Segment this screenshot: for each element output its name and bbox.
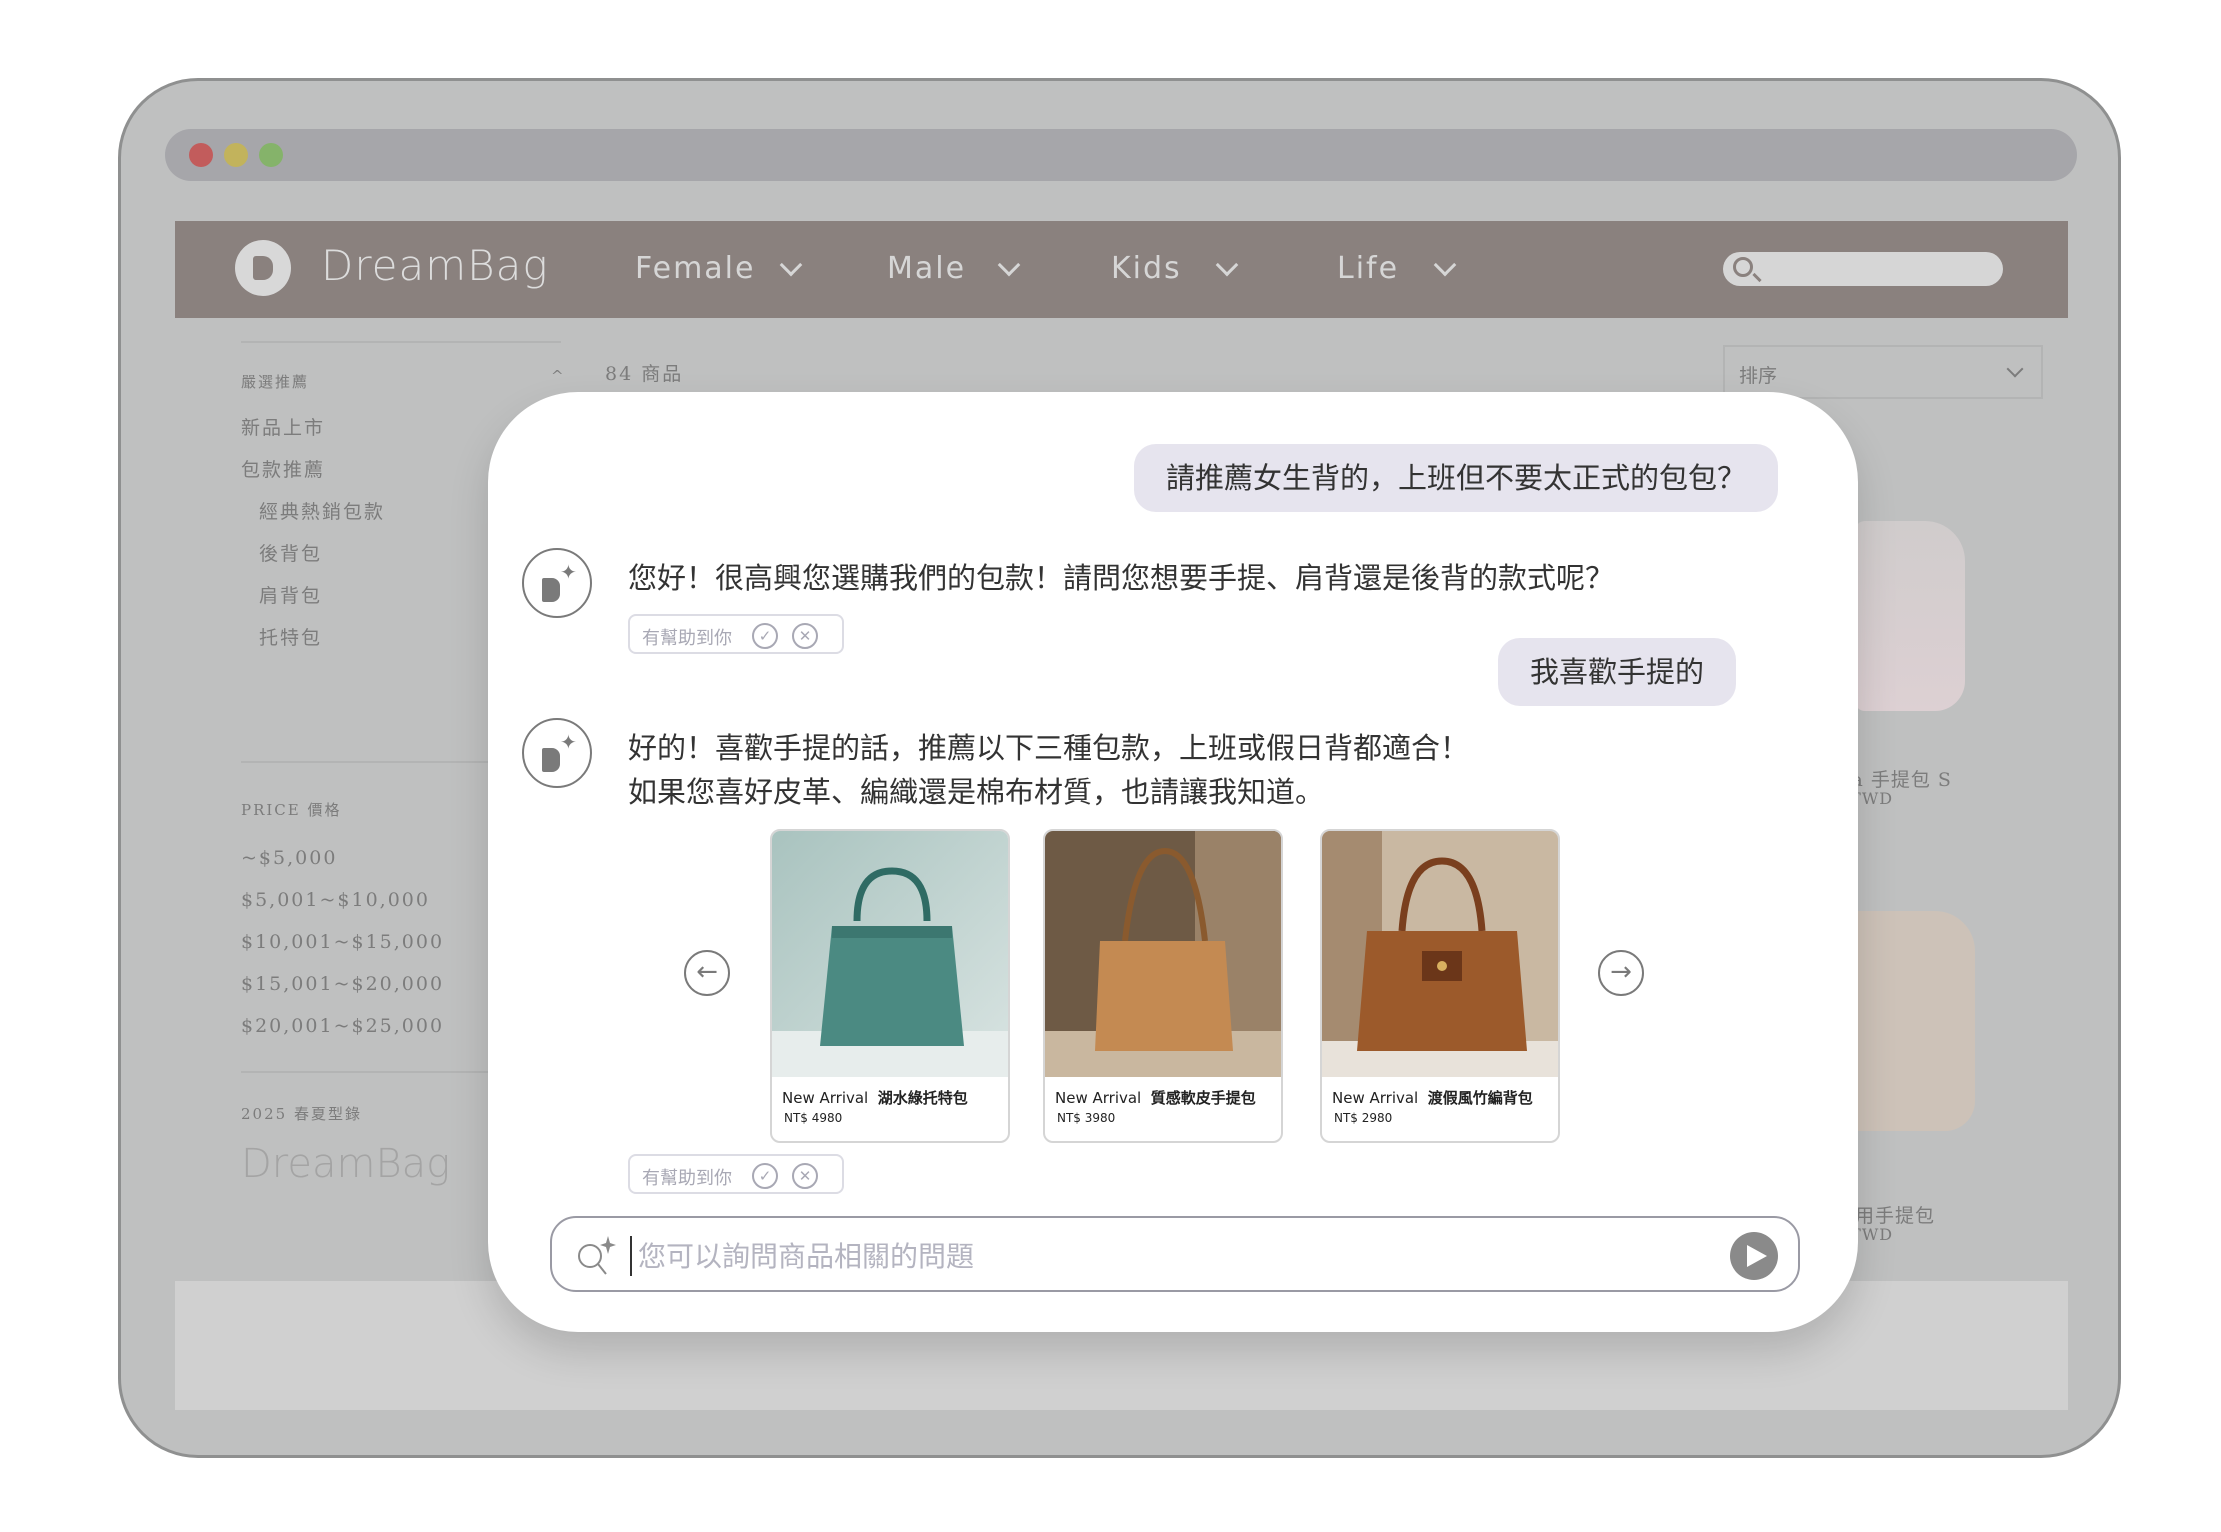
collection-title: 2025 春夏型錄 <box>241 1105 362 1123</box>
chevron-down-icon[interactable] <box>1433 253 1457 277</box>
minimize-window-dot[interactable] <box>224 143 248 167</box>
price-filter[interactable]: $15,001~$20,000 <box>241 973 444 995</box>
sidebar-item-bags[interactable]: 包款推薦 <box>241 455 325 482</box>
chat-input[interactable] <box>638 1232 1698 1280</box>
sidebar-item-new[interactable]: 新品上市 <box>241 413 325 440</box>
product-name: New Arrival 渡假風竹編背包 <box>1332 1089 1533 1107</box>
user-message: 請推薦女生背的，上班但不要太正式的包包？ <box>1134 444 1779 512</box>
chevron-down-icon[interactable] <box>779 253 803 277</box>
product-image <box>1045 831 1281 1077</box>
product-image <box>1322 831 1558 1077</box>
chat-assistant-panel: 請推薦女生背的，上班但不要太正式的包包？ ✦ 您好！很高興您選購我們的包款！請問… <box>488 392 1858 1332</box>
bot-message-line1: 好的！喜歡手提的話，推薦以下三種包款，上班或假日背都適合！ <box>628 731 1470 765</box>
product-count: 84 商品 <box>605 363 684 385</box>
maximize-window-dot[interactable] <box>259 143 283 167</box>
price-filter[interactable]: $20,001~$25,000 <box>241 1015 444 1037</box>
user-message: 我喜歡手提的 <box>1498 638 1737 706</box>
sidebar-subitem[interactable]: 後背包 <box>259 539 322 566</box>
bot-message-line2: 如果您喜好皮革、編織還是棉布材質，也請讓我知道。 <box>628 775 1325 809</box>
price-filter[interactable]: $10,001~$15,000 <box>241 931 444 953</box>
feedback-label: 有幫助到你 <box>642 1168 732 1189</box>
thumbs-up-check-icon[interactable]: ✓ <box>752 623 778 649</box>
product-card[interactable]: New Arrival 渡假風竹編背包 NT$ 2980 <box>1320 829 1560 1143</box>
price-filter[interactable]: $5,001~$10,000 <box>241 889 430 911</box>
top-navbar: DreamBag Female Male Kids Life <box>175 221 2068 318</box>
close-circle-icon[interactable]: ✕ <box>792 623 818 649</box>
close-window-dot[interactable] <box>189 143 213 167</box>
close-circle-icon[interactable]: ✕ <box>792 1163 818 1189</box>
product-card[interactable]: New Arrival 湖水綠托特包 NT$ 4980 <box>770 829 1010 1143</box>
text-caret <box>630 1236 632 1276</box>
carousel-prev-icon[interactable]: ← <box>684 950 730 996</box>
feedback-bar: 有幫助到你 ✓ ✕ <box>628 614 844 654</box>
ai-search-icon <box>578 1236 616 1275</box>
nav-item-female[interactable]: Female <box>635 251 755 286</box>
product-image <box>772 831 1008 1077</box>
logo-text[interactable]: DreamBag <box>321 241 549 290</box>
chevron-down-icon[interactable] <box>1215 253 1239 277</box>
sidebar-subitem[interactable]: 托特包 <box>259 623 322 650</box>
collection-logo[interactable]: DreamBag <box>241 1141 450 1187</box>
send-icon[interactable] <box>1730 1232 1778 1280</box>
browser-bar <box>165 129 2077 181</box>
nav-search-input[interactable] <box>1723 252 2003 286</box>
sidebar-subitem[interactable]: 經典熱銷包款 <box>259 497 385 524</box>
price-title: PRICE 價格 <box>241 801 342 819</box>
bot-avatar-icon: ✦ <box>522 718 592 788</box>
divider <box>241 341 561 343</box>
product-image[interactable] <box>1855 521 1965 711</box>
logo-icon[interactable] <box>235 240 291 296</box>
chevron-down-icon <box>2006 360 2024 378</box>
product-name: 用手提包 <box>1855 1205 1936 1227</box>
product-card[interactable]: New Arrival 質感軟皮手提包 NT$ 3980 <box>1043 829 1283 1143</box>
sidebar-subitem[interactable]: 肩背包 <box>259 581 322 608</box>
product-price: NT$ 3980 <box>1057 1111 1116 1125</box>
nav-item-kids[interactable]: Kids <box>1111 251 1182 286</box>
price-filter[interactable]: ~$5,000 <box>241 847 337 869</box>
product-name: New Arrival 質感軟皮手提包 <box>1055 1089 1256 1107</box>
sort-select[interactable]: 排序 <box>1723 345 2043 399</box>
bot-avatar-icon: ✦ <box>522 548 592 618</box>
feedback-label: 有幫助到你 <box>642 628 732 649</box>
nav-item-life[interactable]: Life <box>1337 251 1399 286</box>
sort-label: 排序 <box>1739 365 1778 387</box>
product-price: NT$ 2980 <box>1334 1111 1393 1125</box>
carousel-next-icon[interactable]: → <box>1598 950 1644 996</box>
bot-message: 您好！很高興您選購我們的包款！請問您想要手提、肩背還是後背的款式呢？ <box>628 561 1615 595</box>
chat-input-bar[interactable] <box>550 1216 1800 1292</box>
chevron-up-icon[interactable]: ^ <box>551 367 566 385</box>
section-title: 嚴選推薦 <box>241 373 310 391</box>
nav-item-male[interactable]: Male <box>887 251 966 286</box>
search-icon <box>1733 257 1753 277</box>
product-name: New Arrival 湖水綠托特包 <box>782 1089 968 1107</box>
thumbs-up-check-icon[interactable]: ✓ <box>752 1163 778 1189</box>
chevron-down-icon[interactable] <box>997 253 1021 277</box>
product-price: NT$ 4980 <box>784 1111 843 1125</box>
feedback-bar: 有幫助到你 ✓ ✕ <box>628 1154 844 1194</box>
